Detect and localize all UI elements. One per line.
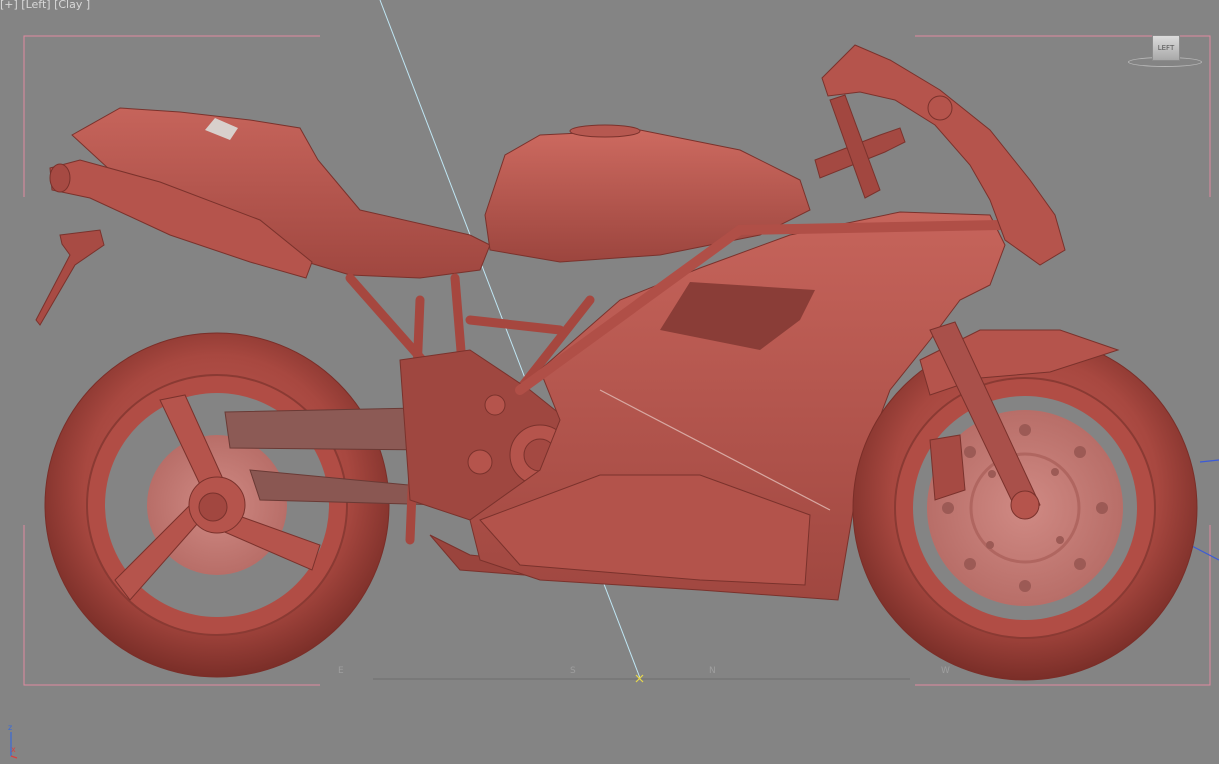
blue-helper-line	[1189, 544, 1219, 561]
viewport-label[interactable]: [+] [Left] [Clay ]	[0, 0, 90, 11]
viewport-left-clay[interactable]: [+] [Left] [Clay ] LEFT E S N W z x	[0, 0, 1219, 764]
compass-north-label: N	[709, 666, 716, 676]
fuel-tank	[484, 129, 811, 263]
license-bracket	[35, 229, 105, 326]
scene-canvas[interactable]	[0, 0, 1219, 764]
axis-x-label: x	[11, 745, 16, 754]
compass-west-label: W	[941, 666, 950, 676]
fuel-cap	[569, 124, 641, 138]
brake-caliper	[929, 434, 966, 501]
compass-south-label: S	[570, 666, 576, 676]
motorcycle-model[interactable]	[35, 44, 1198, 681]
viewcube-icon[interactable]: LEFT	[1128, 33, 1204, 73]
viewcube-face-left[interactable]: LEFT	[1152, 35, 1180, 61]
blue-helper-line	[1199, 459, 1219, 463]
axis-z-label: z	[8, 723, 13, 732]
compass-east-label: E	[338, 666, 344, 676]
